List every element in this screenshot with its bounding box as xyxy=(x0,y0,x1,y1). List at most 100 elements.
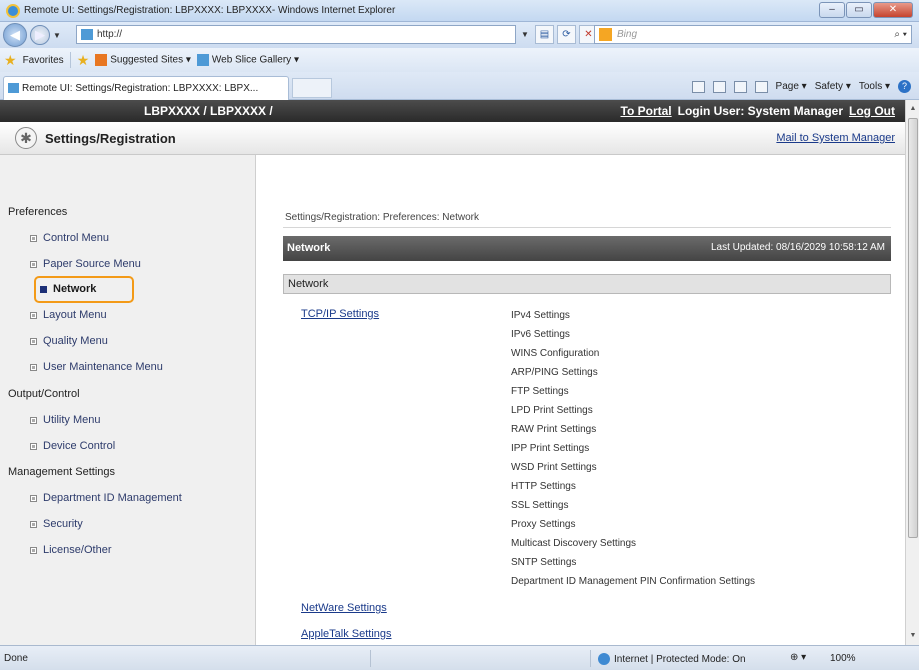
address-buttons: ▼ ▤ ⟳ ✕ xyxy=(518,25,598,44)
suggested-sites-icon xyxy=(95,54,108,66)
sidebar-item-device-control[interactable]: Device Control xyxy=(30,440,115,452)
breadcrumb-divider xyxy=(283,227,891,228)
sidebar-item-user-maintenance-menu[interactable]: User Maintenance Menu xyxy=(30,361,163,373)
section-title: Network xyxy=(283,274,891,294)
appletalk-settings-link[interactable]: AppleTalk Settings xyxy=(301,628,392,640)
sidebar-item-label: Department ID Management xyxy=(43,492,182,504)
zoom-level[interactable]: 100% xyxy=(830,653,856,664)
sidebar-item-label: User Maintenance Menu xyxy=(43,361,163,373)
sidebar-item-label: Security xyxy=(43,518,83,530)
security-zone[interactable]: Internet | Protected Mode: On xyxy=(598,653,746,665)
tab-label: Remote UI: Settings/Registration: LBPXXX… xyxy=(22,83,259,94)
separator xyxy=(370,650,371,667)
recent-pages-dropdown-icon[interactable]: ▼ xyxy=(53,31,61,40)
favorites-star-icon: ★ xyxy=(4,51,17,68)
sidebar-section-preferences: Preferences xyxy=(8,206,68,218)
last-updated: Last Updated: 08/16/2029 10:58:12 AM xyxy=(710,242,885,253)
tcpip-setting-item: Multicast Discovery Settings xyxy=(511,538,637,549)
sidebar-item-label: Layout Menu xyxy=(43,309,107,321)
sidebar-item-label: Paper Source Menu xyxy=(43,258,141,270)
favorites-button[interactable]: Favorites xyxy=(23,55,64,66)
page-menu[interactable]: Page ▾ xyxy=(776,81,807,92)
breadcrumb: Settings/Registration: Preferences: Netw… xyxy=(285,212,479,223)
site-icon xyxy=(81,29,93,40)
tab-remote-ui[interactable]: Remote UI: Settings/Registration: LBPXXX… xyxy=(3,76,289,100)
bullet-icon xyxy=(30,546,37,554)
mail-to-system-manager-link[interactable]: Mail to System Manager xyxy=(776,132,895,144)
tools-menu[interactable]: Tools ▾ xyxy=(859,81,890,92)
logout-link[interactable]: Log Out xyxy=(849,104,895,118)
tcpip-setting-item: Department ID Management PIN Confirmatio… xyxy=(511,576,755,587)
status-text: Done xyxy=(4,653,28,664)
home-icon[interactable] xyxy=(691,80,705,93)
address-dropdown-icon[interactable]: ▼ xyxy=(521,30,529,39)
web-slice-gallery-link[interactable]: Web Slice Gallery ▾ xyxy=(212,55,299,66)
bullet-icon xyxy=(30,416,37,424)
sidebar-item-label: Device Control xyxy=(43,440,116,452)
scroll-up-arrow-icon[interactable]: ▲ xyxy=(907,102,919,116)
back-button[interactable]: ◀ xyxy=(3,23,27,47)
tcpip-setting-item: RAW Print Settings xyxy=(511,424,597,435)
window-title: Remote UI: Settings/Registration: LBPXXX… xyxy=(24,5,396,16)
sidebar-item-control-menu[interactable]: Control Menu xyxy=(30,232,109,244)
sidebar-item-quality-menu[interactable]: Quality Menu xyxy=(30,335,108,347)
bullet-icon xyxy=(30,337,37,345)
separator xyxy=(69,52,71,68)
safety-menu[interactable]: Safety ▾ xyxy=(815,81,851,92)
new-tab-button[interactable] xyxy=(292,78,332,98)
sidebar-item-layout-menu[interactable]: Layout Menu xyxy=(30,309,107,321)
scroll-down-arrow-icon[interactable]: ▼ xyxy=(907,629,919,643)
address-url: http:// xyxy=(97,29,123,40)
minimize-button[interactable]: – xyxy=(819,2,845,18)
zone-label: Internet | Protected Mode: On xyxy=(614,653,746,665)
content-header-bar: Network Last Updated: 08/16/2029 10:58:1… xyxy=(283,236,891,261)
command-bar: Page ▾ Safety ▾ Tools ▾ ? xyxy=(691,80,911,93)
search-field[interactable]: Bing ⌕ ▾ xyxy=(594,25,912,44)
vertical-scrollbar[interactable]: ▲ ▼ xyxy=(905,100,919,645)
refresh-icon[interactable]: ⟳ xyxy=(556,25,576,44)
printer-model: LBPXXXX / LBPXXXX / xyxy=(144,104,273,118)
tcpip-setting-item: IPP Print Settings xyxy=(511,443,590,454)
compatibility-view-icon[interactable]: ▤ xyxy=(534,25,554,44)
sidebar xyxy=(0,155,256,645)
tcpip-setting-item: FTP Settings xyxy=(511,386,569,397)
sidebar-item-license-other[interactable]: License/Other xyxy=(30,544,111,556)
feeds-icon[interactable] xyxy=(712,80,726,93)
print-icon[interactable] xyxy=(754,80,768,93)
tcpip-setting-item: IPv4 Settings xyxy=(511,310,570,321)
netware-settings-link[interactable]: NetWare Settings xyxy=(301,602,387,614)
help-icon[interactable]: ? xyxy=(898,80,911,93)
tcpip-setting-item: WSD Print Settings xyxy=(511,462,597,473)
sidebar-item-paper-source-menu[interactable]: Paper Source Menu xyxy=(30,258,141,270)
address-field[interactable]: http:// xyxy=(76,25,516,44)
tcpip-setting-item: SSL Settings xyxy=(511,500,569,511)
add-favorite-icon[interactable]: ★ xyxy=(77,52,90,69)
sidebar-item-department-id-management[interactable]: Department ID Management xyxy=(30,492,182,504)
sidebar-item-security[interactable]: Security xyxy=(30,518,83,530)
tab-bar: Remote UI: Settings/Registration: LBPXXX… xyxy=(0,72,919,100)
search-icon[interactable]: ⌕ ▾ xyxy=(894,29,907,40)
tab-site-icon xyxy=(8,83,19,93)
page-title: Settings/Registration xyxy=(45,131,176,146)
settings-gear-icon: ✱ xyxy=(15,127,37,149)
maximize-button[interactable]: ▭ xyxy=(846,2,872,18)
separator xyxy=(590,650,591,667)
navigation-bar: ◀ ▶ ▼ http:// ▼ ▤ ⟳ ✕ Bing ⌕ ▾ xyxy=(0,22,919,48)
sidebar-item-utility-menu[interactable]: Utility Menu xyxy=(30,414,100,426)
sidebar-item-label: License/Other xyxy=(43,544,112,556)
sidebar-item-network[interactable]: Network xyxy=(40,283,96,295)
mail-icon[interactable] xyxy=(733,80,747,93)
close-button[interactable]: ✕ xyxy=(873,2,913,18)
bullet-icon xyxy=(30,260,37,268)
tcpip-settings-link[interactable]: TCP/IP Settings xyxy=(301,308,379,320)
to-portal-link[interactable]: To Portal xyxy=(621,104,672,118)
suggested-sites-link[interactable]: Suggested Sites ▾ xyxy=(110,55,191,66)
zoom-dropdown-icon[interactable]: ⊕ ▾ xyxy=(790,652,806,663)
bing-icon xyxy=(599,28,612,41)
bullet-icon xyxy=(30,234,37,242)
scroll-thumb[interactable] xyxy=(908,118,918,538)
sidebar-item-label: Network xyxy=(53,283,97,295)
forward-button[interactable]: ▶ xyxy=(30,25,50,45)
bullet-icon xyxy=(30,363,37,371)
window-title-bar: Remote UI: Settings/Registration: LBPXXX… xyxy=(0,0,919,22)
